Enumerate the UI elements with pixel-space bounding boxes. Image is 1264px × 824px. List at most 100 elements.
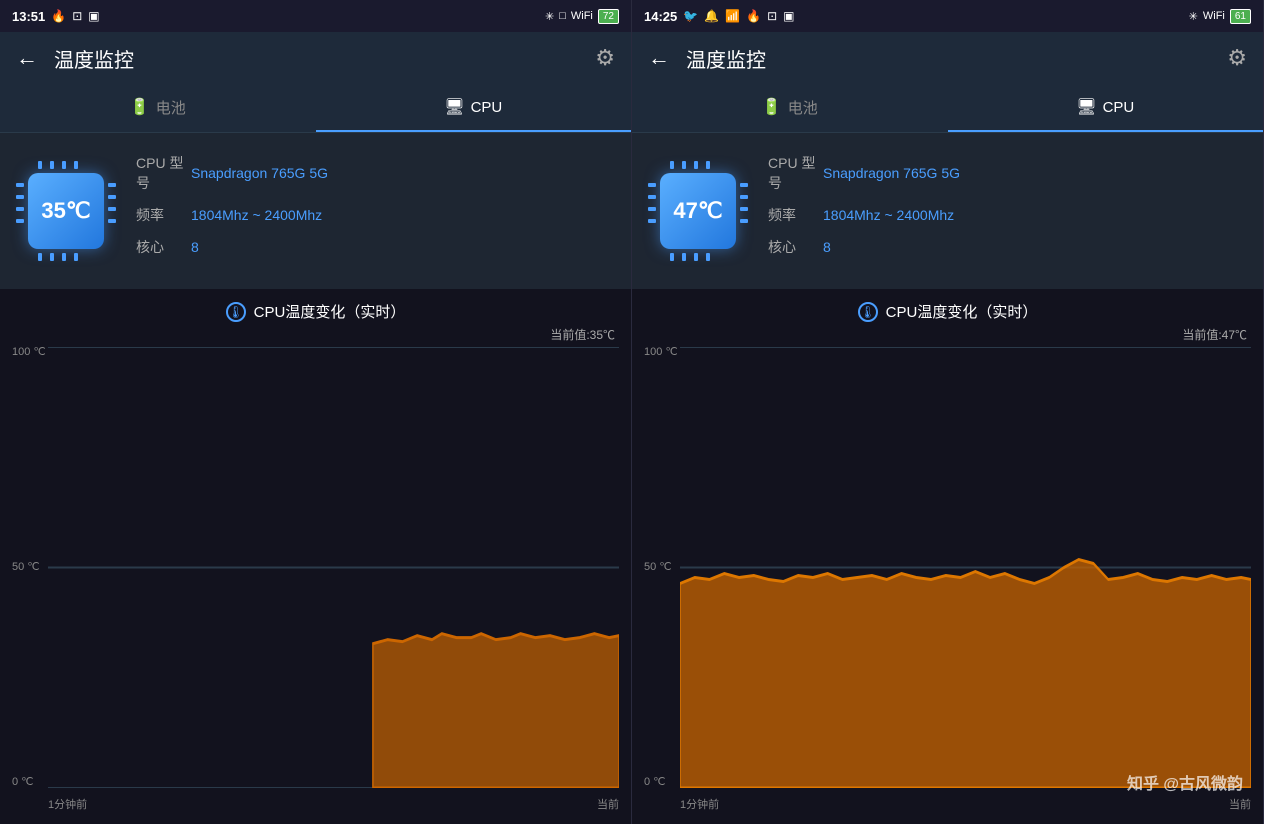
- back-button-2[interactable]: ←: [648, 45, 670, 71]
- cpu-details-2: CPU 型号 Snapdragon 765G 5G 频率 1804Mhz ~ 2…: [768, 153, 1247, 269]
- pin-l3: [16, 207, 24, 211]
- chart-section-2: 🌡 CPU温度变化（实时） 当前值:47℃ 100 ℃ 50 ℃ 0 ℃: [632, 289, 1263, 824]
- tab-battery-1[interactable]: 🔋 电池: [0, 84, 316, 132]
- cpu-tab-icon-2: 🖥: [1076, 97, 1096, 117]
- pin-b1: [38, 253, 42, 261]
- bird-icon-2: 🐦: [683, 9, 698, 23]
- cpu-core-value-2: 8: [823, 239, 831, 255]
- y-min-2: 0 ℃: [644, 777, 678, 788]
- pin-b4: [74, 253, 78, 261]
- cpu-core-row-1: 核心 8: [136, 237, 615, 257]
- pin2-l3: [648, 207, 656, 211]
- cpu-core-label-1: 核心: [136, 237, 191, 257]
- pin2-r3: [740, 207, 748, 211]
- pin2-b3: [694, 253, 698, 261]
- thermometer-icon-1: 🌡: [226, 302, 246, 322]
- status-right-2: ✳ WiFi 61: [1189, 9, 1251, 24]
- chart-plot-2: [680, 347, 1251, 788]
- cpu-chip-inner-1: 35℃: [28, 173, 104, 249]
- cpu-info-section-2: 47℃ CPU 型号 Snapdragon 765G 5G 频率 1804Mhz…: [632, 133, 1263, 289]
- header-left-2: ← 温度监控: [648, 44, 766, 73]
- phone-panel-1: 13:51 🔥 ⊡ ▣ ✳ □ WiFi 72 ← 温度监控 ⚙ 🔋 电池 🖥 …: [0, 0, 632, 824]
- wifi-icon-2: WiFi: [1203, 10, 1225, 22]
- bell-icon-2: 🔔: [704, 9, 719, 23]
- cpu-freq-label-2: 频率: [768, 205, 823, 225]
- cpu-freq-row-2: 频率 1804Mhz ~ 2400Mhz: [768, 205, 1247, 225]
- header-left-1: ← 温度监控: [16, 44, 134, 73]
- pin2-l2: [648, 195, 656, 199]
- status-time-1: 13:51: [12, 9, 45, 24]
- watermark: 知乎 @古风微韵: [1127, 770, 1243, 794]
- tab-bar-2: 🔋 电池 🖥 CPU: [632, 84, 1263, 133]
- current-value-2: 当前值:47℃: [640, 326, 1255, 343]
- pin2-t4: [706, 161, 710, 169]
- pin2-t3: [694, 161, 698, 169]
- battery-level-2: 61: [1230, 9, 1251, 24]
- status-right-1: ✳ □ WiFi 72: [545, 9, 619, 24]
- y-axis-1: 100 ℃ 50 ℃ 0 ℃: [12, 347, 46, 788]
- y-max-2: 100 ℃: [644, 347, 678, 358]
- pin-t1: [38, 161, 42, 169]
- pin2-l1: [648, 183, 656, 187]
- y-max-1: 100 ℃: [12, 347, 46, 358]
- chart-title-2: CPU温度变化（实时）: [886, 301, 1038, 322]
- status-bar-2: 14:25 🐦 🔔 📶 🔥 ⊡ ▣ ✳ WiFi 61: [632, 0, 1263, 32]
- tab-cpu-label-1: CPU: [471, 99, 503, 116]
- cpu-details-1: CPU 型号 Snapdragon 765G 5G 频率 1804Mhz ~ 2…: [136, 153, 615, 269]
- y-mid-1: 50 ℃: [12, 562, 46, 573]
- tab-battery-label-2: 电池: [788, 97, 818, 118]
- status-bar-1: 13:51 🔥 ⊡ ▣ ✳ □ WiFi 72: [0, 0, 631, 32]
- y-axis-2: 100 ℃ 50 ℃ 0 ℃: [644, 347, 678, 788]
- page-title-1: 温度监控: [54, 44, 134, 73]
- phone-panel-2: 14:25 🐦 🔔 📶 🔥 ⊡ ▣ ✳ WiFi 61 ← 温度监控 ⚙ 🔋 电…: [632, 0, 1264, 824]
- cpu-core-label-2: 核心: [768, 237, 823, 257]
- pin2-r1: [740, 183, 748, 187]
- status-fire-icon-1: 🔥: [51, 9, 66, 23]
- pin-r2: [108, 195, 116, 199]
- cpu-core-value-1: 8: [191, 239, 199, 255]
- cpu-chip-1: 35℃: [16, 161, 116, 261]
- current-value-1: 当前值:35℃: [8, 326, 623, 343]
- back-button-1[interactable]: ←: [16, 45, 38, 71]
- battery-tab-icon-2: 🔋: [762, 97, 782, 117]
- settings-icon-2[interactable]: ⚙: [1227, 45, 1247, 71]
- cpu-model-label-1: CPU 型号: [136, 153, 191, 193]
- bluetooth-icon-1: ✳: [545, 10, 554, 23]
- pin-r3: [108, 207, 116, 211]
- chart-title-1: CPU温度变化（实时）: [254, 301, 406, 322]
- status-icon-2: ⊡: [72, 9, 82, 23]
- tab-battery-2[interactable]: 🔋 电池: [632, 84, 948, 132]
- status-icon-3: ▣: [88, 9, 99, 23]
- chart-svg-2: [680, 347, 1251, 788]
- cpu-model-value-2: Snapdragon 765G 5G: [823, 165, 960, 181]
- pin2-l4: [648, 219, 656, 223]
- chart-section-1: 🌡 CPU温度变化（实时） 当前值:35℃ 100 ℃ 50 ℃ 0 ℃: [0, 289, 631, 824]
- chart-header-2: 🌡 CPU温度变化（实时）: [640, 301, 1255, 322]
- pin2-t1: [670, 161, 674, 169]
- cpu-temperature-1: 35℃: [41, 198, 90, 224]
- pin-b2: [50, 253, 54, 261]
- chart-svg-1: [48, 347, 619, 788]
- cpu-model-row-2: CPU 型号 Snapdragon 765G 5G: [768, 153, 1247, 193]
- status-left-1: 13:51 🔥 ⊡ ▣: [12, 9, 100, 24]
- tab-cpu-1[interactable]: 🖥 CPU: [316, 84, 632, 132]
- pin-t3: [62, 161, 66, 169]
- chart-area-2: 100 ℃ 50 ℃ 0 ℃ 1分钟前 当前: [644, 347, 1251, 812]
- status-icon-2a: ⊡: [767, 9, 777, 23]
- cpu-freq-label-1: 频率: [136, 205, 191, 225]
- cpu-tab-icon-1: 🖥: [444, 97, 464, 117]
- app-header-2: ← 温度监控 ⚙: [632, 32, 1263, 84]
- tab-cpu-2[interactable]: 🖥 CPU: [948, 84, 1264, 132]
- x-end-2: 当前: [1229, 796, 1251, 812]
- settings-icon-1[interactable]: ⚙: [595, 45, 615, 71]
- pin-l2: [16, 195, 24, 199]
- cpu-temperature-2: 47℃: [673, 198, 722, 224]
- cpu-model-value-1: Snapdragon 765G 5G: [191, 165, 328, 181]
- cpu-freq-row-1: 频率 1804Mhz ~ 2400Mhz: [136, 205, 615, 225]
- y-min-1: 0 ℃: [12, 777, 46, 788]
- pin2-b2: [682, 253, 686, 261]
- chart-area-1: 100 ℃ 50 ℃ 0 ℃ 1分钟前 当前: [12, 347, 619, 812]
- status-time-2: 14:25: [644, 9, 677, 24]
- pin-l1: [16, 183, 24, 187]
- signal-icon-1: □: [559, 10, 566, 22]
